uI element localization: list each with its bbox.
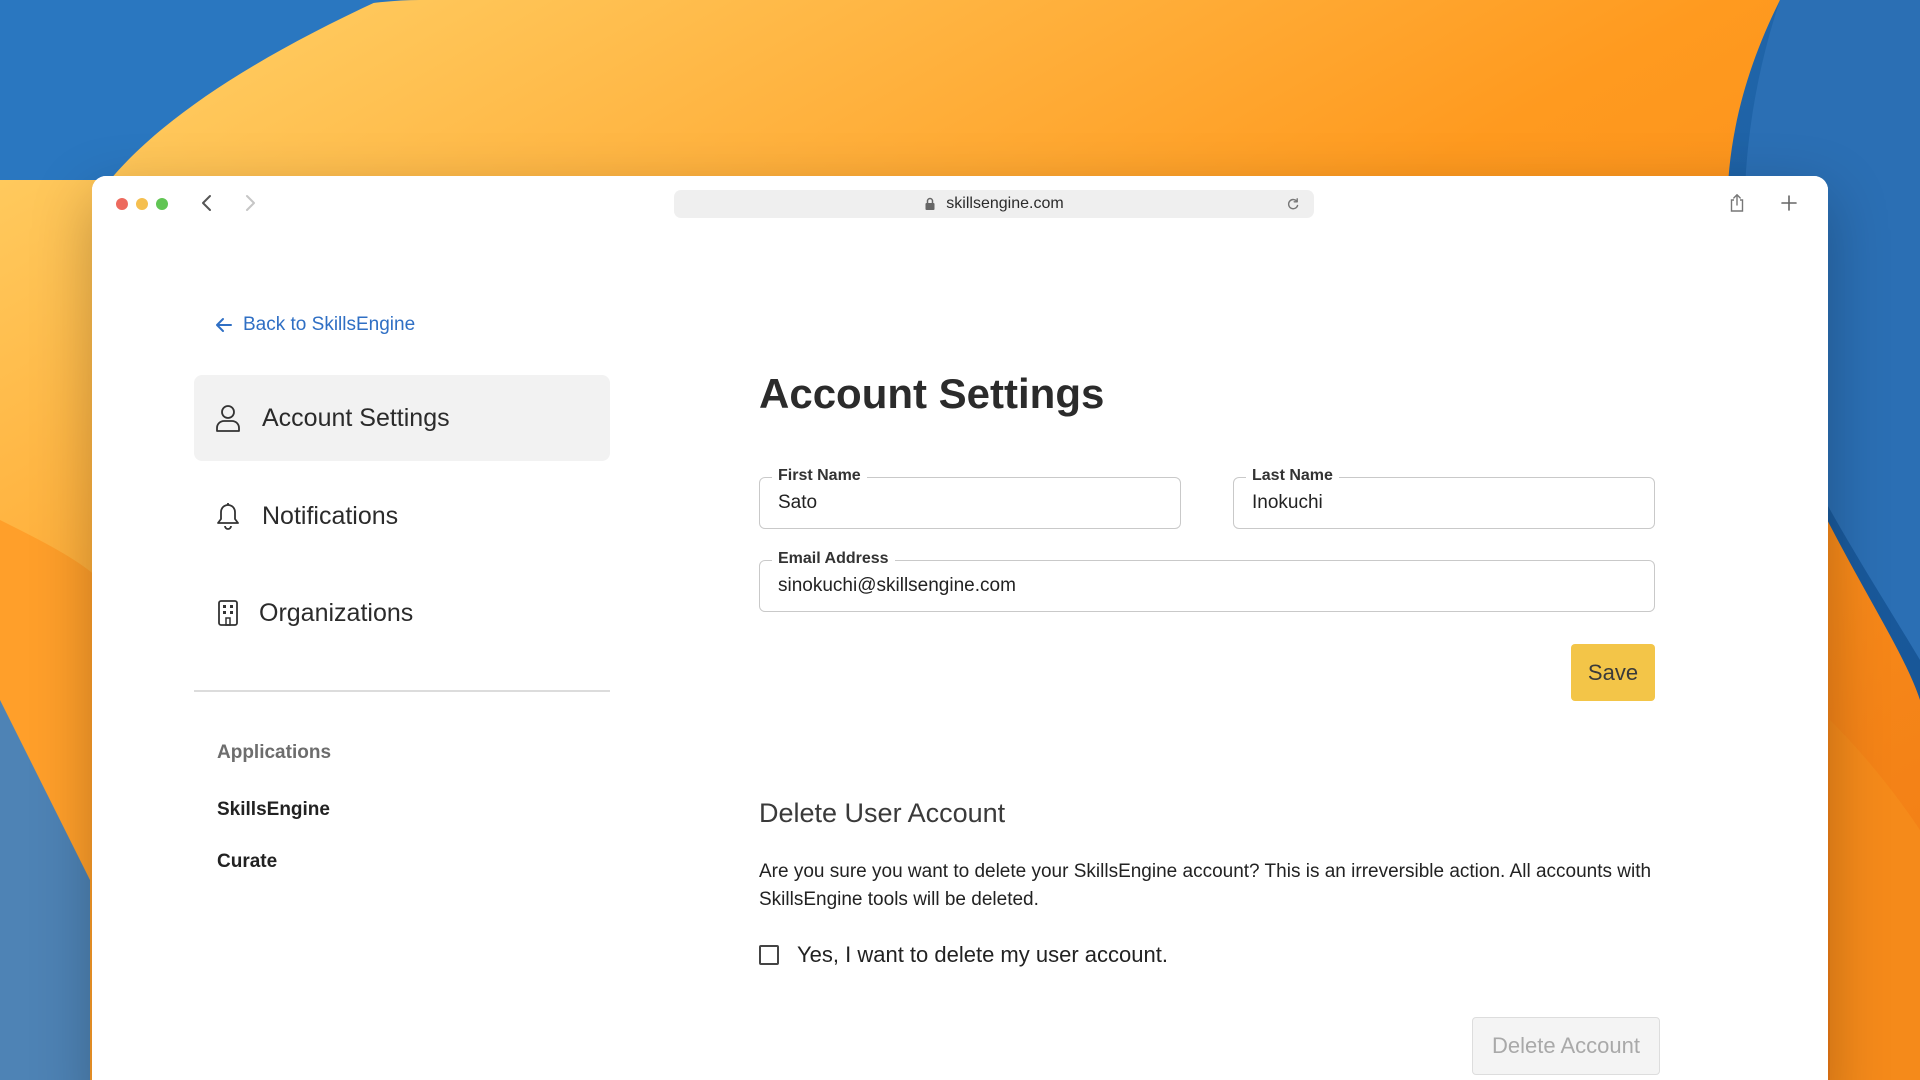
first-name-field: First Name — [759, 467, 1181, 529]
arrow-left-icon — [216, 318, 232, 332]
reload-icon[interactable] — [1286, 197, 1300, 211]
page-title: Account Settings — [759, 370, 1105, 417]
sidebar-item-label: Account Settings — [262, 403, 450, 432]
browser-window: skillsengine.com Back to SkillsEngine Ac… — [92, 176, 1828, 1080]
email-input[interactable] — [778, 575, 1636, 597]
building-icon — [214, 599, 242, 627]
delete-confirm-row: Yes, I want to delete my user account. — [759, 942, 1168, 968]
save-button[interactable]: Save — [1571, 644, 1655, 701]
zoom-window-button[interactable] — [156, 198, 168, 210]
desktop: skillsengine.com Back to SkillsEngine Ac… — [0, 0, 1920, 1080]
last-name-label: Last Name — [1246, 467, 1339, 485]
delete-account-button[interactable]: Delete Account — [1472, 1017, 1660, 1075]
person-icon — [214, 404, 242, 432]
delete-account-heading: Delete User Account — [759, 798, 1006, 828]
sidebar-item-organizations[interactable]: Organizations — [194, 570, 610, 656]
back-to-skillsengine-link[interactable]: Back to SkillsEngine — [214, 314, 415, 336]
browser-back-button[interactable] — [196, 192, 218, 214]
browser-forward-button[interactable] — [239, 192, 261, 214]
delete-confirm-checkbox[interactable] — [759, 945, 779, 965]
minimize-window-button[interactable] — [136, 198, 148, 210]
sidebar-item-notifications[interactable]: Notifications — [194, 473, 610, 559]
chevron-right-icon — [246, 195, 255, 211]
first-name-input[interactable] — [778, 492, 1162, 514]
back-link-label: Back to SkillsEngine — [243, 314, 416, 335]
sidebar-item-label: Notifications — [262, 501, 399, 530]
browser-toolbar: skillsengine.com — [92, 176, 1828, 232]
delete-confirm-label[interactable]: Yes, I want to delete my user account. — [797, 942, 1168, 968]
applications-heading: Applications — [217, 742, 332, 763]
sidebar-divider — [194, 690, 610, 692]
url-text: skillsengine.com — [946, 195, 1064, 212]
chevron-left-icon — [202, 195, 211, 211]
delete-warning-text: Are you sure you want to delete your Ski… — [759, 861, 1652, 910]
email-label: Email Address — [772, 550, 895, 568]
app-link-skillsengine[interactable]: SkillsEngine — [217, 799, 330, 821]
close-window-button[interactable] — [116, 198, 128, 210]
last-name-input[interactable] — [1252, 492, 1636, 514]
address-bar[interactable]: skillsengine.com — [674, 190, 1314, 218]
plus-icon[interactable] — [1778, 192, 1800, 214]
email-field: Email Address — [759, 550, 1655, 612]
lock-icon — [924, 197, 936, 211]
bell-icon — [214, 502, 242, 530]
app-link-curate[interactable]: Curate — [217, 851, 277, 873]
sidebar-item-label: Organizations — [259, 598, 414, 627]
sidebar-item-account-settings[interactable]: Account Settings — [194, 375, 610, 461]
share-icon[interactable] — [1726, 192, 1748, 214]
last-name-field: Last Name — [1233, 467, 1655, 529]
first-name-label: First Name — [772, 467, 867, 485]
